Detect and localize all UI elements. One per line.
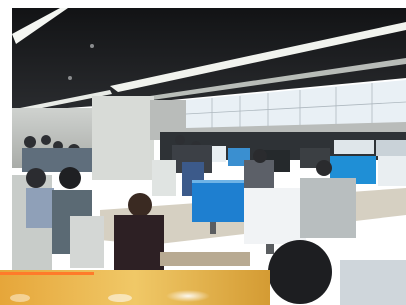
monitor-blue-screen: [192, 180, 244, 222]
pillar: [92, 96, 154, 180]
chair-back: [300, 178, 356, 238]
person-head-foreground: [268, 240, 332, 304]
floor-strip: [0, 270, 270, 305]
monitor-white-screen: [244, 188, 306, 244]
office-room-photo: [0, 0, 406, 305]
photo-frame: [0, 0, 406, 305]
chair: [70, 216, 104, 268]
